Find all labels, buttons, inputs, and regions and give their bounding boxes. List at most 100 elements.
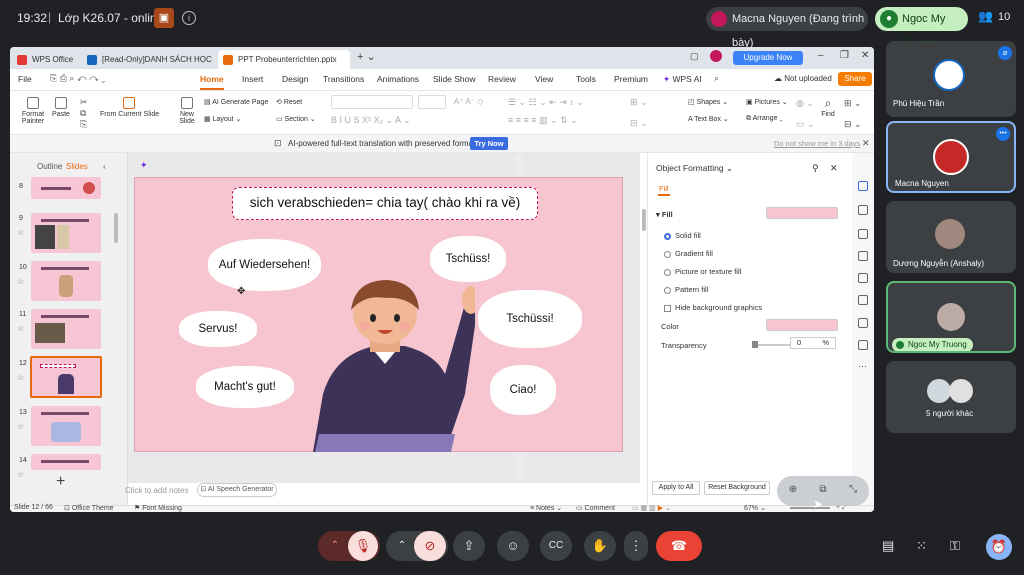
apply-to-all-button[interactable]: Apply to All: [652, 481, 700, 495]
find-button[interactable]: ⌕ Find: [818, 96, 838, 118]
menu-transitions[interactable]: Transitions: [323, 74, 364, 84]
radio-solid-fill[interactable]: Solid fill: [664, 231, 701, 240]
font-name-select[interactable]: [331, 95, 413, 109]
chat-icon[interactable]: ▤: [882, 538, 894, 554]
animation-icon[interactable]: [858, 251, 868, 261]
participant-tile-macna[interactable]: ••• Macna Nguyen: [886, 121, 1016, 193]
panel-scrollbar[interactable]: [642, 209, 646, 231]
tab-fill[interactable]: Fill: [659, 184, 669, 193]
menu-insert[interactable]: Insert: [242, 74, 263, 84]
alignment-buttons[interactable]: ≡ ≡ ≡ ≡ ▥ ⌄ ⇅ ⌄: [508, 115, 578, 126]
paste-button[interactable]: Paste: [50, 97, 72, 118]
ai-assistant-icon[interactable]: ✦: [140, 160, 148, 171]
star-icon[interactable]: ☆: [17, 373, 24, 382]
transparency-input[interactable]: 0%: [790, 337, 836, 349]
participant-tile-phu[interactable]: ⌀ Phú Hiệu Trần: [886, 41, 1016, 117]
layout-button[interactable]: ▦ Layout ⌄: [204, 115, 241, 123]
text-box-button[interactable]: A Text Box ⌄: [688, 115, 729, 123]
star-icon[interactable]: ☆: [17, 470, 24, 479]
account-avatar[interactable]: [710, 50, 722, 62]
more-ribbon-buttons[interactable]: ⊞ ⌄ ⊟ ⌄: [844, 98, 862, 130]
search-icon[interactable]: ⌕: [714, 73, 719, 84]
slide-thumb-11[interactable]: [31, 309, 101, 349]
collapse-panel-icon[interactable]: ‹: [103, 162, 106, 171]
timer-icon[interactable]: ⏰: [986, 534, 1012, 560]
star-tool-icon[interactable]: [858, 205, 868, 215]
participant-tile-duong[interactable]: Dương Nguyễn (Anshaly): [886, 201, 1016, 273]
zoom-slider[interactable]: [790, 507, 830, 509]
radio-pattern-fill[interactable]: Pattern fill: [664, 285, 708, 294]
extra-para-buttons[interactable]: ⊞ ⌄ ⊟ ⌄: [630, 97, 648, 129]
more-options-button[interactable]: ⋮: [624, 531, 648, 561]
add-slide-icon[interactable]: +: [56, 473, 65, 491]
format-painter-button[interactable]: Format Painter: [20, 97, 46, 125]
quick-access-icons[interactable]: ⎘ ⎙ ⌕ ↶ ↷ ⌄: [50, 73, 105, 84]
captions-button[interactable]: CC: [540, 531, 572, 561]
try-now-button[interactable]: Try Now: [470, 137, 508, 150]
active-speaker-chip[interactable]: ●Ngoc My Truong: [875, 7, 968, 49]
menu-file[interactable]: File: [18, 74, 32, 84]
new-tab-icon[interactable]: + ⌄: [357, 50, 376, 63]
section-button[interactable]: ▭ Section ⌄: [276, 115, 316, 123]
shape-style-buttons[interactable]: ◍ ⌄ ▭ ⌄: [796, 98, 815, 130]
text-format-buttons[interactable]: B I U S X² X₂ ⌄ A ⌄: [331, 115, 411, 126]
not-uploaded-status[interactable]: ☁ Not uploaded: [774, 74, 832, 83]
help-icon[interactable]: [858, 318, 868, 328]
bubble-servus[interactable]: Servus!: [179, 311, 257, 347]
bubble-machts-gut[interactable]: Macht's gut!: [196, 366, 294, 408]
close-ai-bar-icon[interactable]: ✕: [862, 138, 870, 149]
theme-label[interactable]: ⊡ Office Theme: [64, 504, 114, 512]
ai-generate-button[interactable]: ▤ AI Generate Page: [204, 98, 268, 106]
participant-tile-ngoc[interactable]: Ngoc My Truong: [886, 281, 1016, 353]
menu-design[interactable]: Design: [282, 74, 308, 84]
menu-wps-ai[interactable]: ✦ WPS AI: [663, 74, 702, 85]
host-controls-icon[interactable]: ⚿: [950, 538, 960, 554]
menu-animations[interactable]: Animations: [377, 74, 419, 84]
menu-tools[interactable]: Tools: [576, 74, 596, 84]
fill-color-dropdown[interactable]: [766, 207, 838, 219]
comment-tool-icon[interactable]: [858, 340, 868, 350]
slide-thumb-14[interactable]: [31, 454, 101, 470]
star-icon[interactable]: ☆: [17, 228, 24, 237]
ai-speech-button[interactable]: ⊡ AI Speech Generator: [197, 483, 277, 497]
star-icon[interactable]: ☆: [17, 422, 24, 431]
boy-waving-illustration[interactable]: [305, 274, 475, 454]
star-icon[interactable]: ☆: [17, 324, 24, 333]
camera-off-button[interactable]: ⊘: [414, 531, 446, 561]
menu-home[interactable]: Home: [200, 74, 224, 90]
zoom-level[interactable]: 67% ⌄: [744, 504, 766, 512]
shapes-button[interactable]: ◰ Shapes ⌄: [688, 98, 728, 106]
comment-toggle[interactable]: ▭ Comment: [576, 504, 615, 512]
color-dropdown[interactable]: [766, 319, 838, 331]
slide-title-box[interactable]: sich verabschieden= chia tay( chào khi r…: [232, 187, 538, 220]
meeting-badge-icon[interactable]: ▣: [154, 8, 174, 28]
pop-out-icon[interactable]: ⧉: [816, 484, 830, 498]
minimize-share-icon[interactable]: ⤡: [846, 484, 860, 498]
copy-tool-icon[interactable]: [858, 229, 868, 239]
slide-thumb-10[interactable]: [31, 261, 101, 301]
from-current-slide-button[interactable]: From Current Slide: [100, 97, 159, 118]
fill-section-header[interactable]: ▾ Fill: [656, 210, 673, 219]
tab-slides[interactable]: Slides: [66, 162, 88, 171]
slide-thumb-8[interactable]: [31, 177, 101, 199]
notes-toggle[interactable]: ≡ Notes ⌄: [530, 504, 562, 512]
panel-scrollbar[interactable]: [114, 213, 118, 243]
view-mode-icons[interactable]: ▭ ▦ ▥ ▶ ⌄: [632, 504, 671, 512]
share-button[interactable]: Share: [838, 72, 872, 86]
properties-icon[interactable]: [858, 181, 868, 191]
end-call-button[interactable]: ☎: [656, 531, 702, 561]
new-slide-button[interactable]: New Slide: [176, 97, 198, 125]
panel-title[interactable]: Object Formatting ⌄: [656, 163, 733, 174]
dont-show-link[interactable]: Do not show me in 3 days: [774, 139, 860, 148]
close-window-icon[interactable]: ✕: [861, 50, 869, 61]
bubble-tschuessi[interactable]: Tschüssi!: [478, 290, 582, 348]
star-icon[interactable]: ☆: [17, 277, 24, 286]
font-missing-label[interactable]: ⚑ Font Missing: [134, 504, 182, 512]
menu-premium[interactable]: Premium: [614, 74, 648, 84]
upgrade-button[interactable]: Upgrade Now: [733, 51, 803, 65]
bubble-ciao[interactable]: Ciao!: [490, 365, 556, 415]
pictures-button[interactable]: ▣ Pictures ⌄: [746, 98, 788, 106]
radio-gradient-fill[interactable]: Gradient fill: [664, 249, 713, 258]
tab-wps-office[interactable]: WPS Office: [12, 50, 82, 69]
reset-button[interactable]: ⟲ Reset: [276, 98, 302, 106]
